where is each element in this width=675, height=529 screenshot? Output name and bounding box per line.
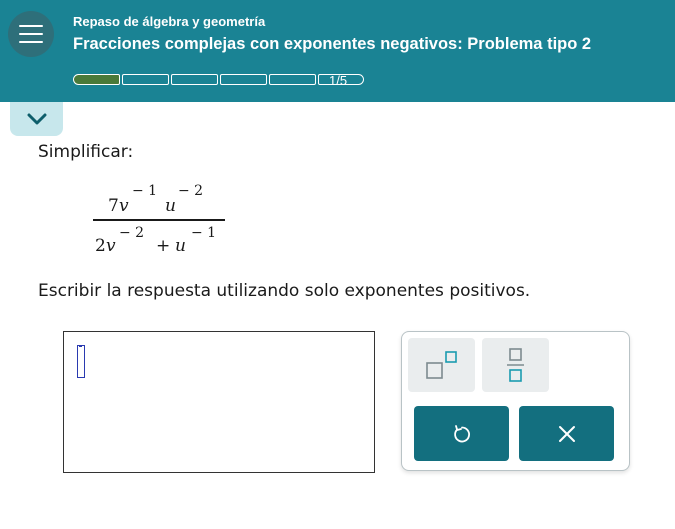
numerator-exp-v: − 1 <box>132 183 158 199</box>
collapse-toggle[interactable] <box>10 102 63 136</box>
denominator-plus: + <box>156 236 171 256</box>
progress-segment <box>122 74 169 85</box>
menu-icon-line <box>19 41 43 43</box>
math-keypad <box>401 331 630 471</box>
input-cursor <box>77 345 85 378</box>
undo-icon <box>453 424 470 442</box>
menu-icon-line <box>19 33 43 35</box>
topic-title: Repaso de álgebra y geometría <box>73 14 266 29</box>
denominator-exp-v: − 2 <box>119 225 145 241</box>
problem-title: Fracciones complejas con exponentes nega… <box>73 35 592 53</box>
chevron-down-icon <box>27 113 46 125</box>
fraction-key[interactable] <box>482 338 549 392</box>
numerator-var-v: v <box>119 196 129 216</box>
instructions-text: Escribir la respuesta utilizando solo ex… <box>38 281 531 301</box>
denominator-exp-u: − 1 <box>191 225 217 241</box>
fraction-bar <box>93 219 225 221</box>
denominator-var-v: v <box>106 236 116 256</box>
question-prompt: Simplificar: <box>38 142 134 162</box>
superscript-icon <box>426 351 457 379</box>
clear-key[interactable] <box>519 406 614 461</box>
superscript-key[interactable] <box>408 338 475 392</box>
denominator-var-u: u <box>175 236 186 256</box>
numerator-exp-u: − 2 <box>178 183 204 199</box>
undo-key[interactable] <box>414 406 509 461</box>
progress-count: 1/5 <box>329 73 348 88</box>
answer-input[interactable] <box>63 331 375 473</box>
progress-segment-complete <box>73 74 120 85</box>
progress-segment <box>269 74 316 85</box>
close-icon <box>558 425 575 442</box>
progress-segment <box>220 74 267 85</box>
header-bar: Repaso de álgebra y geometría Fracciones… <box>0 0 675 102</box>
fraction-icon <box>507 348 524 382</box>
numerator-var-u: u <box>165 196 176 216</box>
progress-bar <box>73 74 364 85</box>
denominator-coef: 2 <box>95 236 106 256</box>
numerator-coef: 7 <box>108 196 119 216</box>
menu-button[interactable] <box>8 11 54 57</box>
progress-segment <box>171 74 218 85</box>
menu-icon-line <box>19 25 43 27</box>
